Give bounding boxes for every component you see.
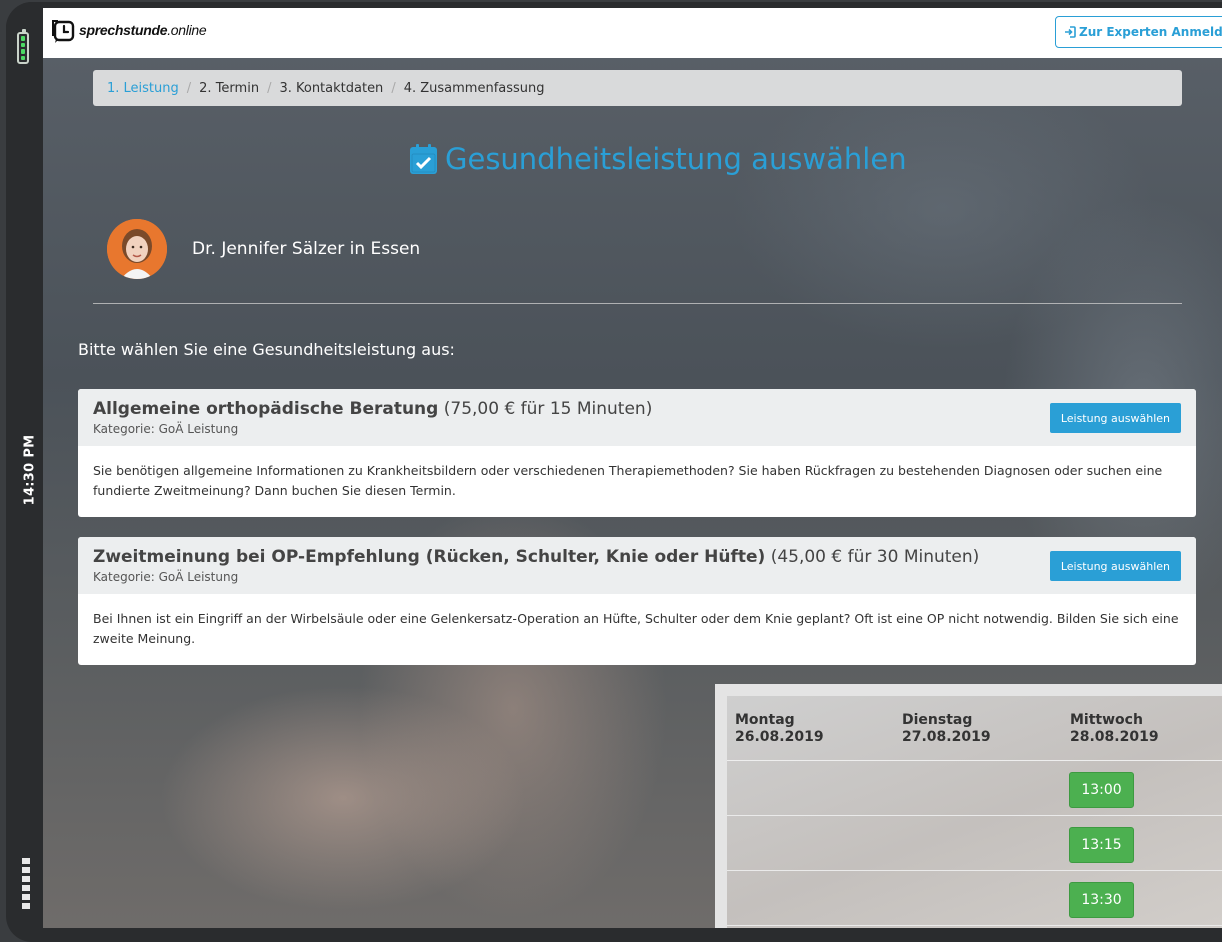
brand-logo[interactable]: sprechstunde.online: [49, 17, 207, 43]
breadcrumb-step-zusammenfassung[interactable]: 4. Zusammenfassung: [404, 81, 545, 96]
date-label: 28.08.2019: [1070, 729, 1159, 745]
breadcrumb-step-leistung[interactable]: 1. Leistung: [107, 81, 179, 96]
calendar-day-column: Dienstag 27.08.2019: [902, 712, 991, 746]
date-label: 27.08.2019: [902, 729, 991, 745]
calendar-row: 13:30: [727, 871, 1222, 926]
breadcrumb-separator: /: [267, 80, 272, 96]
calendar-grid: Montag 26.08.2019 Dienstag 27.08.2019 Mi…: [727, 696, 1222, 928]
page-title: Gesundheitsleistung auswählen: [410, 142, 907, 176]
status-bar: 14:30 PM: [6, 2, 44, 928]
clock-logo-icon: [52, 20, 75, 43]
divider: [93, 303, 1182, 304]
page-title-text: Gesundheitsleistung auswählen: [445, 142, 907, 176]
avatar: [107, 219, 167, 279]
time-slot-button[interactable]: 13:15: [1069, 827, 1134, 863]
breadcrumb-separator: /: [391, 80, 396, 96]
status-time: 14:30 PM: [22, 434, 38, 506]
time-slot-button[interactable]: 13:30: [1069, 882, 1134, 918]
doctor-name: Dr. Jennifer Sälzer in Essen: [192, 239, 421, 259]
appointment-calendar: Montag 26.08.2019 Dienstag 27.08.2019 Mi…: [715, 684, 1222, 928]
service-card-header: Zweitmeinung bei OP-Empfehlung (Rücken, …: [78, 537, 1196, 594]
top-navbar: sprechstunde.online Zur Experten Anmeldu…: [43, 8, 1222, 58]
service-title: Zweitmeinung bei OP-Empfehlung (Rücken, …: [93, 547, 979, 567]
weekday-label: Montag: [735, 712, 795, 728]
date-label: 26.08.2019: [735, 729, 824, 745]
select-service-button[interactable]: Leistung auswählen: [1049, 551, 1181, 581]
time-slot-button[interactable]: 13:00: [1069, 772, 1134, 808]
battery-icon: [17, 29, 29, 64]
sign-in-icon: [1065, 26, 1076, 38]
service-price: (75,00 € für 15 Minuten): [443, 399, 653, 419]
weekday-label: Mittwoch: [1070, 712, 1143, 728]
calendar-row: 13:15: [727, 816, 1222, 871]
brand-name: sprechstunde.online: [79, 22, 207, 38]
calendar-header: Montag 26.08.2019 Dienstag 27.08.2019 Mi…: [727, 696, 1222, 761]
doctor-profile: Dr. Jennifer Sälzer in Essen: [107, 219, 420, 279]
calendar-check-icon: [410, 144, 437, 174]
breadcrumb-step-termin[interactable]: 2. Termin: [199, 81, 259, 96]
breadcrumb-step-kontaktdaten[interactable]: 3. Kontaktdaten: [279, 81, 383, 96]
calendar-day-column: Montag 26.08.2019: [735, 712, 824, 746]
home-indicator-icon[interactable]: [22, 858, 34, 909]
breadcrumb: 1. Leistung / 2. Termin / 3. Kontaktdate…: [93, 70, 1182, 106]
service-card: Allgemeine orthopädische Beratung (75,00…: [78, 389, 1196, 517]
service-price: (45,00 € für 30 Minuten): [770, 547, 980, 567]
service-name: Zweitmeinung bei OP-Empfehlung (Rücken, …: [93, 547, 766, 567]
expert-login-label: Zur Experten Anmeldung: [1079, 25, 1222, 39]
service-category: Kategorie: GoÄ Leistung: [93, 570, 239, 584]
service-description: Sie benötigen allgemeine Informationen z…: [93, 463, 1163, 498]
calendar-row: 13:00: [727, 761, 1222, 816]
doctor-portrait-icon: [107, 219, 167, 279]
service-name: Allgemeine orthopädische Beratung: [93, 399, 439, 419]
expert-login-button[interactable]: Zur Experten Anmeldung: [1055, 16, 1222, 48]
calendar-day-column: Mittwoch 28.08.2019: [1070, 712, 1159, 746]
browser-viewport: sprechstunde.online Zur Experten Anmeldu…: [43, 8, 1222, 928]
weekday-label: Dienstag: [902, 712, 973, 728]
breadcrumb-separator: /: [186, 80, 192, 96]
service-card-header: Allgemeine orthopädische Beratung (75,00…: [78, 389, 1196, 446]
service-prompt: Bitte wählen Sie eine Gesundheitsleistun…: [78, 340, 455, 359]
service-category: Kategorie: GoÄ Leistung: [93, 422, 239, 436]
service-card: Zweitmeinung bei OP-Empfehlung (Rücken, …: [78, 537, 1196, 665]
service-title: Allgemeine orthopädische Beratung (75,00…: [93, 399, 652, 419]
service-description: Bei Ihnen ist ein Eingriff an der Wirbel…: [93, 611, 1179, 646]
select-service-button[interactable]: Leistung auswählen: [1049, 403, 1181, 433]
